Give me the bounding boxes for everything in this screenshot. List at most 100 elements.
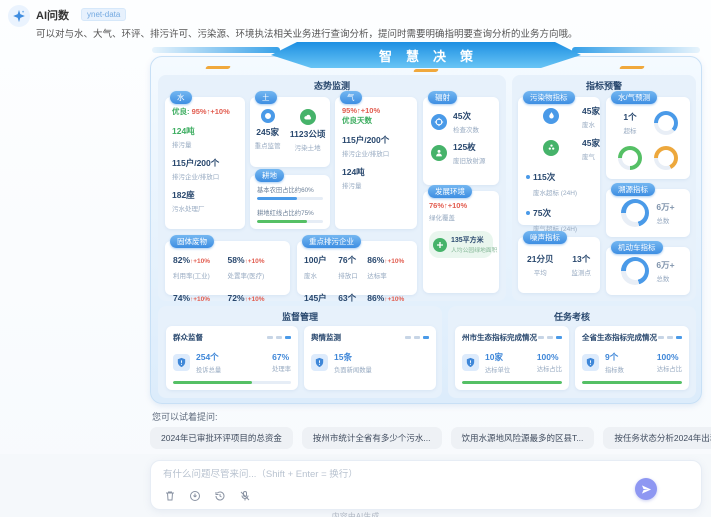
card-tab[interactable] xyxy=(658,336,664,339)
prediction-card: 水/气预测 1个超标 xyxy=(606,97,690,179)
shield-icon xyxy=(462,354,479,371)
pollutant-indicator-card: 污染物指标 45家废水 45家废气 115次废水超标 (24H) 75次废气超标… xyxy=(518,97,600,225)
metric-value: 145户 xyxy=(304,293,327,303)
suggestion-chip[interactable]: 2024年已审批环评项目的总资金 xyxy=(150,427,293,449)
suggestion-chip[interactable]: 按州市统计全省有多少个污水... xyxy=(302,427,442,449)
environment-badge: 发展环境 xyxy=(428,185,472,198)
panel-title: 监督管理 xyxy=(158,306,442,323)
stat-value: 115户/200个 xyxy=(342,134,410,146)
stat-value: 245家 xyxy=(255,126,281,138)
stat-label: 污水处理厂 xyxy=(172,203,238,213)
suggestion-chip[interactable]: 按任务状态分析2024年出动执... xyxy=(603,427,711,449)
metric-label: 达标率 xyxy=(367,270,410,280)
suggestions-label: 您可以试着提问: xyxy=(152,410,218,423)
prediction-label: 超标 xyxy=(623,125,636,135)
solid-waste-card: 固体废物 82%↑+10%利用率(工业) 58%↑+10%处置率(医疗) 74%… xyxy=(165,241,290,295)
progress-track xyxy=(257,197,323,200)
clear-button[interactable] xyxy=(163,489,176,502)
soil-badge: 土 xyxy=(255,91,277,104)
progress-fill xyxy=(173,381,252,385)
card-tab[interactable] xyxy=(414,336,420,339)
green-area-chip: 135平方米人均公园绿地面积 xyxy=(429,231,493,258)
card-tab[interactable] xyxy=(538,336,544,339)
voice-button[interactable] xyxy=(238,489,251,502)
prediction-badge: 水/气预测 xyxy=(611,91,657,104)
download-icon xyxy=(189,490,201,502)
progress-track xyxy=(257,220,323,223)
environment-card: 发展环境 76%↑+10% 绿化覆盖 135平方米人均公园绿地面积 xyxy=(423,191,499,293)
export-button[interactable] xyxy=(188,489,201,502)
stat-label: 负面新闻数量 xyxy=(334,365,372,374)
suggestion-chip[interactable]: 饮用水源地风险源最多的区县T... xyxy=(451,427,595,449)
card-tab[interactable] xyxy=(547,336,553,339)
gauge-orange xyxy=(654,146,678,170)
suggestion-chips: 2024年已审批环评项目的总资金 按州市统计全省有多少个污水... 饮用水源地风… xyxy=(150,427,706,449)
metric-label: 废水 xyxy=(304,270,338,280)
message-input[interactable] xyxy=(163,469,603,480)
metric-value: 72% xyxy=(228,293,245,303)
gauge-blue xyxy=(621,257,649,285)
gauge-label: 总数 xyxy=(656,215,674,225)
banner-tick xyxy=(619,66,645,69)
card-title: 州市生态指标完成情况 xyxy=(462,332,537,343)
pollutant-badge: 污染物指标 xyxy=(523,91,575,104)
history-button[interactable] xyxy=(213,489,226,502)
stat-label: 排污企业/排放口 xyxy=(172,171,238,181)
shield-icon xyxy=(582,354,599,371)
banner-wing-right xyxy=(572,47,700,53)
panel-title: 态势监测 xyxy=(158,75,506,92)
gauge-value: 6万+ xyxy=(656,201,674,213)
card-tab[interactable] xyxy=(667,336,673,339)
card-tab[interactable] xyxy=(267,336,273,339)
city-indicator-card: 州市生态指标完成情况 10家达标单位 100%达标占比 xyxy=(455,326,569,390)
card-tab[interactable] xyxy=(276,336,282,339)
stat-label: 达标占比 xyxy=(537,364,562,373)
sparkle-icon xyxy=(12,9,26,23)
bullet-value: 75次 xyxy=(533,208,551,218)
stat-value: 115户/200个 xyxy=(172,157,238,169)
shield-icon xyxy=(311,354,328,371)
water-headline-value: 95%↑+10% xyxy=(192,107,230,116)
metric-delta: ↑+10% xyxy=(190,258,210,265)
metric-delta: ↑+10% xyxy=(245,258,265,265)
card-tab[interactable] xyxy=(423,336,429,339)
stat-label: 废旧放射源 xyxy=(453,155,486,165)
metric-label: 处置率(医疗) xyxy=(228,270,283,280)
ai-disclaimer: 内容由AI生成 xyxy=(0,511,711,517)
metric-delta: ↑+10% xyxy=(190,296,210,303)
card-tab[interactable] xyxy=(556,336,562,339)
card-tab[interactable] xyxy=(405,336,411,339)
card-title: 舆情监测 xyxy=(311,332,341,343)
card-tab[interactable] xyxy=(285,336,291,339)
metric-delta: ↑+10% xyxy=(245,296,265,303)
metric-value: 63个 xyxy=(338,293,356,303)
air-badge: 气 xyxy=(340,91,362,104)
noise-badge: 噪声指标 xyxy=(523,231,567,244)
public-supervision-card: 群众监督 254个投诉总量 67%处理率 xyxy=(166,326,298,390)
shield-icon xyxy=(173,354,190,371)
stat-value: 100% xyxy=(537,352,562,362)
card-tab[interactable] xyxy=(676,336,682,339)
stat-value: 125枚 xyxy=(453,141,486,153)
chat-page: AI问数 ynet-data 可以对与水、大气、环评、排污许可、污染源、环境执法… xyxy=(0,0,711,517)
waste-gas-icon xyxy=(543,140,559,156)
banner-tick xyxy=(413,69,439,72)
metric-delta: ↑+10% xyxy=(384,296,404,303)
stat-label: 检查次数 xyxy=(453,124,479,134)
cloud-icon xyxy=(300,109,316,125)
progress-fill xyxy=(582,381,682,385)
bullet-label: 废水超标 (24H) xyxy=(533,187,600,197)
panel-task-assessment: 任务考核 州市生态指标完成情况 10家达标单位 100%达标占比 全省生态指标完… xyxy=(448,306,696,398)
send-button[interactable] xyxy=(635,478,657,500)
stat-label: 废水 xyxy=(582,119,600,129)
stat-value: 15条 xyxy=(334,351,372,363)
province-indicator-card: 全省生态指标完成情况 9个指标数 100%达标占比 xyxy=(575,326,689,390)
stat-label: 达标单位 xyxy=(485,365,510,374)
stat-value: 254个 xyxy=(196,351,221,363)
card-title: 群众监督 xyxy=(173,332,203,343)
card-title: 全省生态指标完成情况 xyxy=(582,332,657,343)
stat-value: 21分贝 xyxy=(527,253,553,265)
progress-track xyxy=(582,381,682,385)
stat-label: 重点监管 xyxy=(255,140,281,150)
ai-avatar xyxy=(8,5,30,27)
